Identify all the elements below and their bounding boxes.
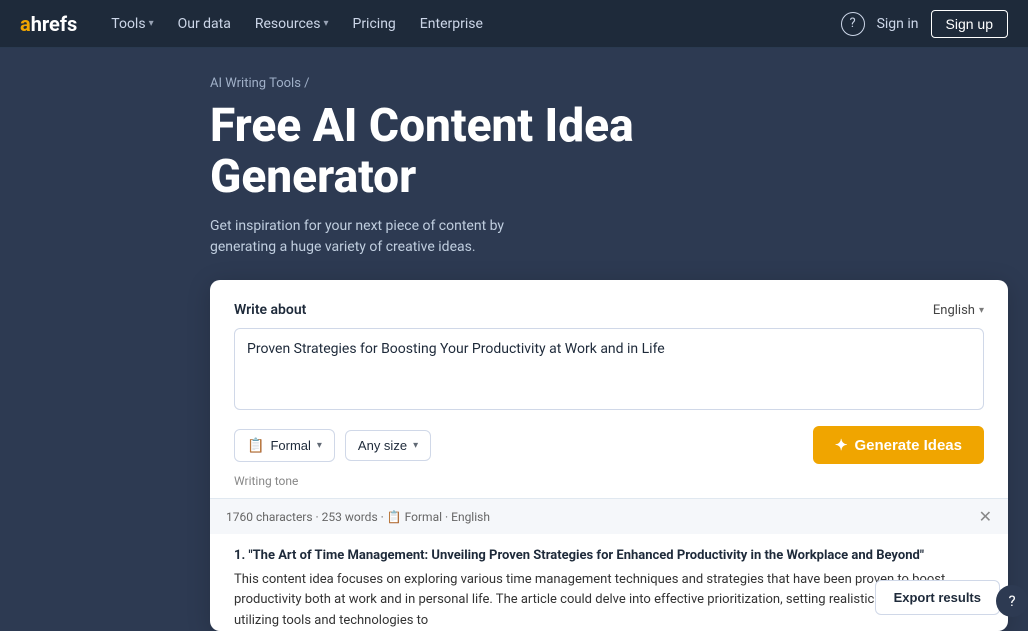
nav-links: Tools ▾ Our data Resources ▾ Pricing Ent… [101, 10, 840, 38]
breadcrumb-link[interactable]: AI Writing Tools [210, 76, 301, 91]
chevron-down-icon: ▾ [149, 18, 154, 29]
nav-item-pricing[interactable]: Pricing [342, 10, 405, 38]
export-row: Export results [875, 580, 1000, 615]
navbar: ahrefs Tools ▾ Our data Resources ▾ Pric… [0, 0, 1028, 48]
chevron-down-icon: ▾ [317, 440, 322, 451]
result-item-title: 1. "The Art of Time Management: Unveilin… [234, 546, 984, 566]
results-bar: 1760 characters · 253 words · 📋 Formal ·… [210, 498, 1008, 534]
write-about-label: Write about [234, 302, 306, 318]
chevron-down-icon: ▾ [979, 305, 984, 316]
hero-subtitle: Get inspiration for your next piece of c… [210, 216, 550, 258]
result-item-body: This content idea focuses on exploring v… [234, 570, 984, 630]
signup-button[interactable]: Sign up [931, 10, 1008, 38]
writing-tone-label: Writing tone [234, 474, 984, 488]
logo-a: a [20, 12, 31, 36]
nav-item-our-data[interactable]: Our data [168, 10, 241, 38]
generate-ideas-button[interactable]: ✦ Generate Ideas [813, 426, 984, 464]
logo-text: ahrefs [20, 12, 77, 36]
results-content: 1. "The Art of Time Management: Unveilin… [234, 534, 984, 631]
formal-icon: 📋 [247, 437, 264, 454]
hero-section: AI Writing Tools / Free AI Content Idea … [0, 48, 1028, 258]
card-controls: 📋 Formal ▾ Any size ▾ ✦ Generate Ideas [234, 426, 984, 464]
signin-link[interactable]: Sign in [877, 16, 919, 32]
write-about-input[interactable]: Proven Strategies for Boosting Your Prod… [234, 328, 984, 410]
nav-right: ? Sign in Sign up [841, 10, 1008, 38]
page-title: Free AI Content Idea Generator [210, 101, 730, 202]
size-dropdown[interactable]: Any size ▾ [345, 430, 431, 461]
chevron-down-icon: ▾ [323, 18, 328, 29]
help-icon[interactable]: ? [841, 12, 865, 36]
generate-icon: ✦ [835, 436, 848, 454]
logo[interactable]: ahrefs [20, 12, 77, 36]
chevron-down-icon: ▾ [413, 440, 418, 451]
close-icon[interactable]: ✕ [979, 507, 992, 526]
breadcrumb: AI Writing Tools / [210, 76, 1028, 91]
format-dropdown[interactable]: 📋 Formal ▾ [234, 429, 335, 462]
generator-card: Write about English ▾ Proven Strategies … [210, 280, 1008, 631]
nav-item-enterprise[interactable]: Enterprise [410, 10, 493, 38]
help-fab[interactable]: ? [996, 585, 1028, 617]
language-select[interactable]: English ▾ [933, 303, 984, 318]
nav-item-tools[interactable]: Tools ▾ [101, 10, 163, 38]
results-stats: 1760 characters · 253 words · 📋 Formal ·… [226, 510, 490, 524]
export-results-button[interactable]: Export results [875, 580, 1000, 615]
nav-item-resources[interactable]: Resources ▾ [245, 10, 339, 38]
card-header: Write about English ▾ [234, 302, 984, 318]
